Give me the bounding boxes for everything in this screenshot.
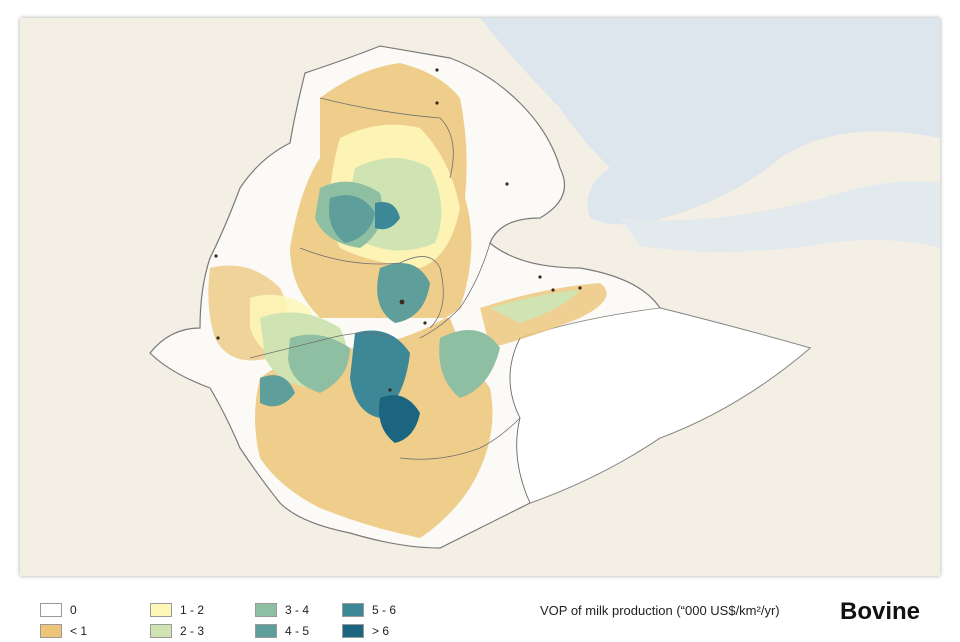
legend-item: 5 - 6 <box>342 602 396 618</box>
map-legend: 0 < 1 1 - 2 2 - 3 3 - 4 4 - 5 5 - 6 > 6 … <box>20 596 940 642</box>
legend-swatch <box>150 624 172 638</box>
legend-item: 2 - 3 <box>150 623 204 639</box>
legend-item: 1 - 2 <box>150 602 204 618</box>
map-svg <box>20 18 940 576</box>
legend-swatch <box>342 603 364 617</box>
legend-label: > 6 <box>372 624 390 638</box>
legend-label: 2 - 3 <box>180 624 205 638</box>
species-title: Bovine <box>839 598 920 625</box>
legend-label: 4 - 5 <box>285 624 310 638</box>
legend-item: 4 - 5 <box>255 623 309 639</box>
legend-label: 1 - 2 <box>180 603 205 617</box>
legend-swatch <box>40 624 62 638</box>
legend-swatch <box>342 624 364 638</box>
legend-title: VOP of milk production (“000 US$/km²/yr) <box>540 603 780 618</box>
legend-item: > 6 <box>342 623 389 639</box>
legend-item: 3 - 4 <box>255 602 309 618</box>
legend-swatch <box>150 603 172 617</box>
legend-label: 0 <box>70 603 77 617</box>
map-canvas[interactable] <box>20 18 940 576</box>
legend-item: 0 <box>40 602 77 618</box>
legend-swatch <box>255 624 277 638</box>
legend-swatch <box>255 603 277 617</box>
legend-label: < 1 <box>70 624 88 638</box>
legend-label: 3 - 4 <box>285 603 310 617</box>
legend-swatch <box>40 603 62 617</box>
legend-item: < 1 <box>40 623 87 639</box>
legend-label: 5 - 6 <box>372 603 397 617</box>
